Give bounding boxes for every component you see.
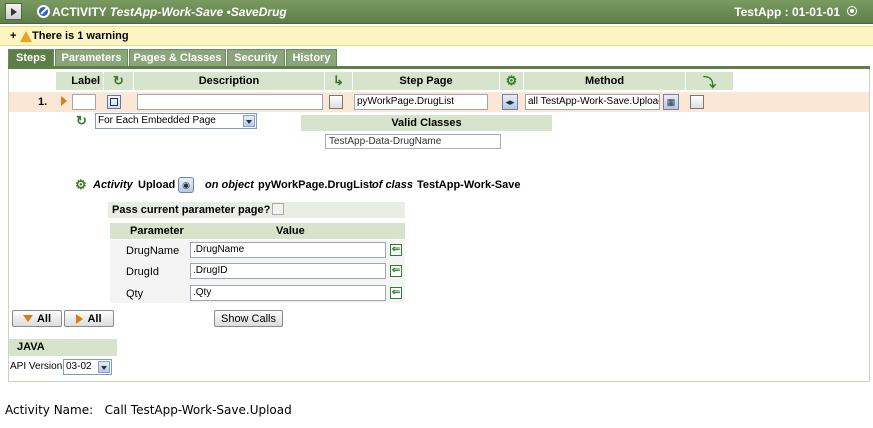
ruleset-version: TestApp : 01-01-01 xyxy=(734,5,840,19)
open-method-icon[interactable]: ▦ xyxy=(663,94,679,110)
activity-value: Upload xyxy=(138,179,176,191)
api-version-label: API Version xyxy=(10,361,63,372)
param-header-name: Parameter xyxy=(130,225,184,237)
java-header-label: JAVA xyxy=(17,341,45,353)
column-step-page: Step Page xyxy=(353,72,500,90)
insert-arrow-icon[interactable]: ⇐ xyxy=(390,244,402,256)
jump-icon: ↳ xyxy=(333,73,344,88)
collapse-all-label: All xyxy=(87,312,102,325)
activity-name-caption: Activity Name: Call TestApp-Work-Save.Up… xyxy=(5,403,292,417)
loop-icon: ↻ xyxy=(113,73,124,88)
column-description: Description xyxy=(134,72,325,90)
column-loop: ↻ xyxy=(104,72,134,90)
column-label: Label xyxy=(56,72,104,90)
of-class-label: of class xyxy=(372,179,413,191)
transition-checkbox[interactable] xyxy=(690,95,704,109)
on-object-label: on object xyxy=(205,179,254,191)
column-jump: ↳ xyxy=(325,72,353,90)
step-number: 1. xyxy=(38,96,48,108)
param-name: Qty xyxy=(126,288,144,300)
open-page-icon[interactable]: ◂▸ xyxy=(502,94,518,110)
api-version-select[interactable]: 03-02 xyxy=(63,359,112,375)
tab-pages-classes[interactable]: Pages & Classes xyxy=(129,49,226,66)
param-header-value: Value xyxy=(276,225,305,237)
param-value-input[interactable]: .Qty xyxy=(190,285,386,301)
gears-icon: ⚙ xyxy=(505,73,518,88)
insert-arrow-icon[interactable]: ⇐ xyxy=(390,287,402,299)
jump-checkbox[interactable] xyxy=(329,95,343,109)
transition-icon: ⤵ xyxy=(702,74,716,90)
rule-type: ACTIVITY xyxy=(52,5,107,19)
param-name: DrugName xyxy=(126,245,180,257)
warning-icon xyxy=(20,31,32,42)
param-value-input[interactable]: .DrugID xyxy=(190,263,386,279)
loop-type-select[interactable]: For Each Embedded Page xyxy=(95,113,257,129)
rule-activity-name: SaveDrug xyxy=(230,5,287,19)
java-section-header: JAVA xyxy=(9,339,117,356)
method-input[interactable]: all TestApp-Work-Save.Upload xyxy=(525,94,660,110)
collapse-all-button[interactable]: All xyxy=(64,310,114,327)
step-description-input[interactable] xyxy=(137,94,323,110)
expand-step-icon[interactable] xyxy=(61,96,67,106)
column-method: Method xyxy=(524,72,686,90)
radio-icon[interactable] xyxy=(847,6,857,16)
class-value: TestApp-Work-Save xyxy=(417,179,521,191)
column-transition: ⤵ xyxy=(686,72,734,90)
warning-bar[interactable]: + There is 1 warning xyxy=(0,26,873,46)
rule-header: ACTIVITY TestApp-Work-Save •SaveDrug Tes… xyxy=(0,0,873,24)
triangle-down-icon xyxy=(22,315,33,322)
triangle-right-icon xyxy=(76,313,84,324)
tab-parameters[interactable]: Parameters xyxy=(55,49,128,66)
rule-title: ACTIVITY TestApp-Work-Save •SaveDrug xyxy=(52,5,287,19)
loop-icon: ↻ xyxy=(76,113,87,128)
tab-security[interactable]: Security xyxy=(227,49,285,66)
valid-classes-header: Valid Classes xyxy=(301,115,552,131)
dropdown-arrow-icon[interactable] xyxy=(243,115,255,127)
object-value: pyWorkPage.DrugList xyxy=(258,179,373,191)
expand-play-icon[interactable] xyxy=(5,3,22,20)
param-table-header: Parameter Value xyxy=(110,223,405,239)
valid-classes-value[interactable]: TestApp-Data-DrugName xyxy=(325,134,501,149)
api-version-value: 03-02 xyxy=(66,361,92,372)
open-activity-icon[interactable]: ◉ xyxy=(178,177,194,193)
pass-param-label: Pass current parameter page? xyxy=(112,204,271,216)
loop-checkbox[interactable] xyxy=(107,95,121,109)
tab-history[interactable]: History xyxy=(286,49,337,66)
dropdown-arrow-icon[interactable] xyxy=(98,361,110,373)
expand-warning-toggle[interactable]: + xyxy=(10,30,16,42)
step-label-input[interactable] xyxy=(72,94,96,110)
column-method-icon: ⚙ xyxy=(500,72,524,90)
insert-arrow-icon[interactable]: ⇐ xyxy=(390,265,402,277)
show-calls-button[interactable]: Show Calls xyxy=(214,310,283,327)
pass-param-checkbox[interactable] xyxy=(272,203,284,215)
warning-text: There is 1 warning xyxy=(32,30,129,42)
param-name: DrugId xyxy=(126,266,160,278)
loop-type-value: For Each Embedded Page xyxy=(98,115,216,126)
tab-steps[interactable]: Steps xyxy=(8,49,54,66)
rule-class: TestApp-Work-Save xyxy=(109,5,224,19)
expand-all-button[interactable]: All xyxy=(12,310,62,327)
activity-label: Activity xyxy=(93,179,133,191)
blocked-status-icon xyxy=(37,5,50,18)
param-value-input[interactable]: .DrugName xyxy=(190,242,386,258)
gears-icon: ⚙ xyxy=(75,177,87,192)
step-page-input[interactable]: pyWorkPage.DrugList xyxy=(354,94,488,110)
expand-all-label: All xyxy=(36,312,52,325)
